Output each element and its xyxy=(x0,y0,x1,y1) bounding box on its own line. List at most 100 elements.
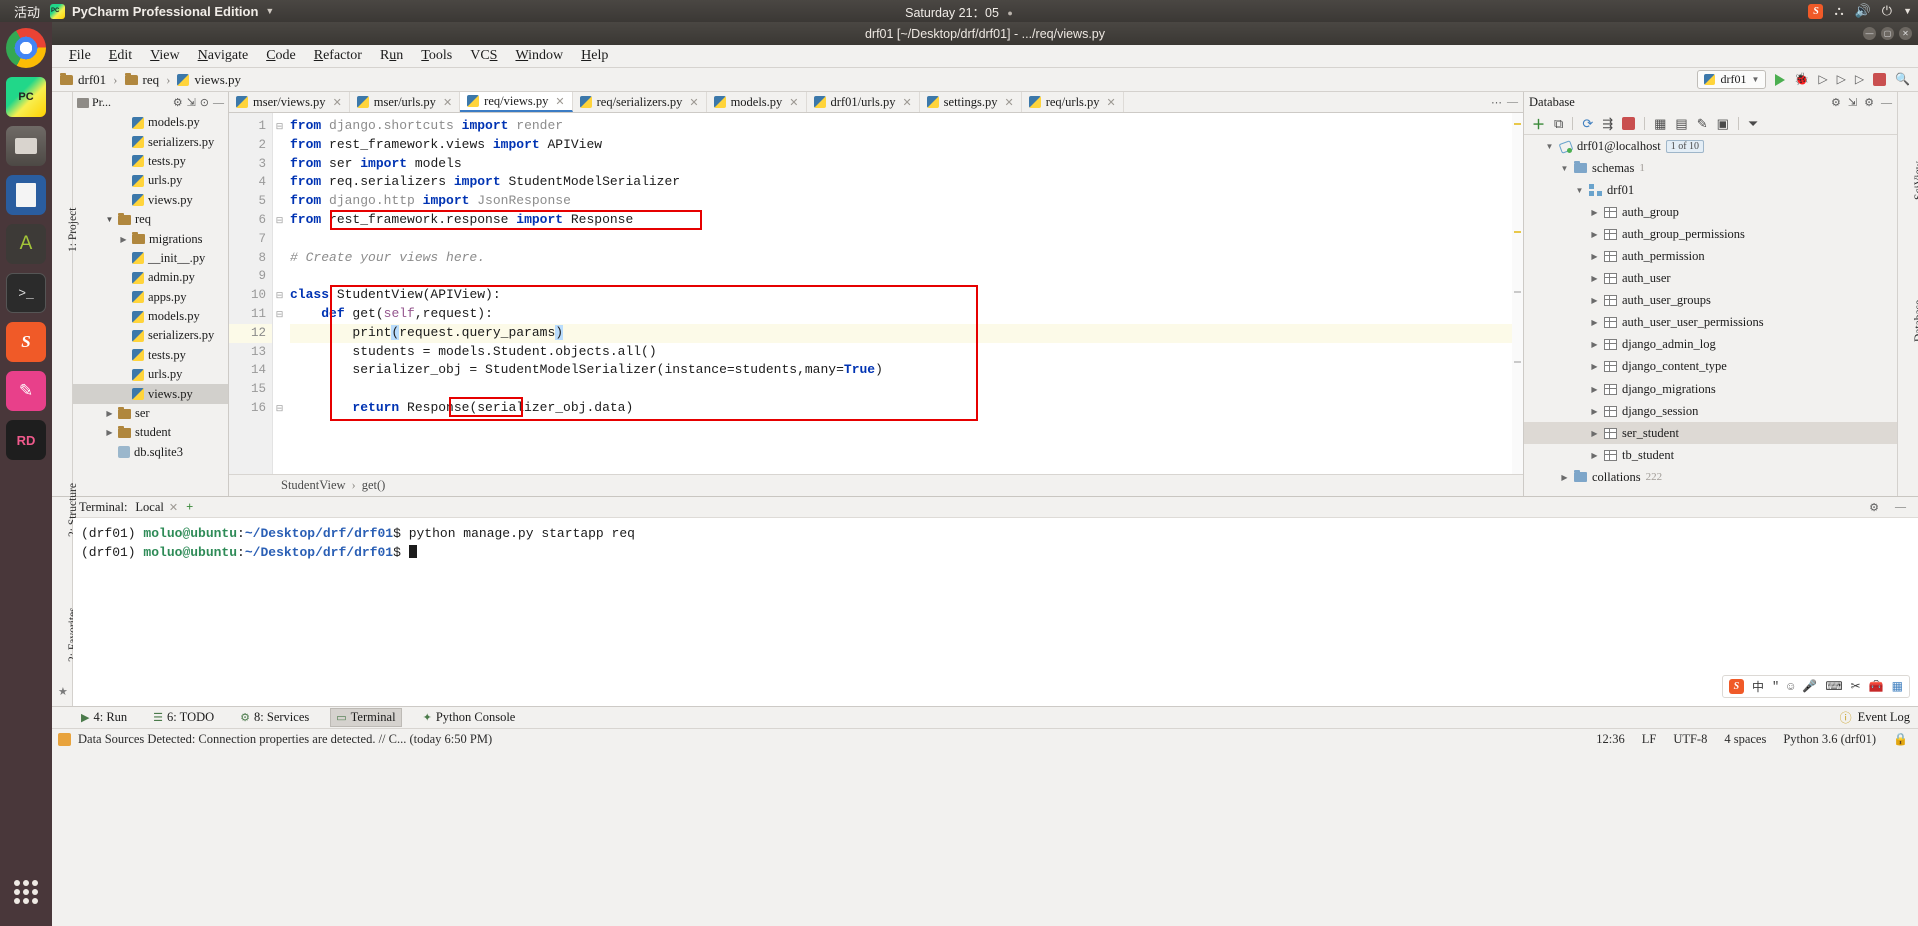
database-tree-item[interactable]: ▶ tb_student xyxy=(1524,444,1897,466)
rail-item-database[interactable]: Database xyxy=(1913,300,1918,342)
bottom-tool-button[interactable]: ⚙ 8: Services xyxy=(235,709,314,726)
project-tree-item[interactable]: views.py xyxy=(73,191,228,210)
rail-item-project[interactable]: 1: Project xyxy=(67,208,79,252)
launcher-pink-app-icon[interactable]: ✎ xyxy=(6,371,46,411)
chevron-right-icon[interactable]: ▶ xyxy=(1590,362,1599,371)
close-icon[interactable]: ✕ xyxy=(789,96,798,109)
run-configuration-selector[interactable]: drf01 ▼ xyxy=(1697,70,1767,89)
copy-icon[interactable]: ⧉ xyxy=(1554,116,1563,132)
editor-scrollbar[interactable] xyxy=(1512,113,1523,474)
editor-tab[interactable]: req/serializers.py ✕ xyxy=(573,92,707,112)
project-tree-item[interactable]: serializers.py xyxy=(73,132,228,151)
code-line[interactable]: from ser import models xyxy=(290,155,1523,174)
db-hide-icon[interactable]: — xyxy=(1881,97,1892,109)
hide-editor-icon[interactable]: — xyxy=(1507,96,1518,108)
punctuation-icon[interactable]: " xyxy=(1772,680,1779,694)
fold-toggle-icon[interactable]: ⊟ xyxy=(273,286,286,305)
code-folding-column[interactable]: ⊟ ⊟ ⊟ ⊟ ⊟ xyxy=(273,113,286,474)
code-line[interactable]: from req.serializers import StudentModel… xyxy=(290,173,1523,192)
chevron-right-icon[interactable]: ▶ xyxy=(1590,208,1599,217)
project-tree-item[interactable]: serializers.py xyxy=(73,326,228,345)
search-icon[interactable]: 🔍 xyxy=(1895,72,1910,87)
run-button-icon[interactable] xyxy=(1775,73,1786,86)
close-icon[interactable]: ✕ xyxy=(902,96,911,109)
terminal-settings-icon[interactable]: ⚙ xyxy=(1869,501,1879,514)
database-tree-item[interactable]: ▶ auth_permission xyxy=(1524,245,1897,267)
edit-icon[interactable]: ✎ xyxy=(1697,116,1708,132)
collapse-all-icon[interactable]: ⇲ xyxy=(187,96,196,109)
event-log-label[interactable]: Event Log xyxy=(1858,710,1910,725)
code-editor[interactable]: 1 2 3 4 5 6 7 8 9 10 11 12 13 14 15 16 ⊟ ⊟ ⊟ ⊟ ⊟ from djang… xyxy=(229,113,1523,474)
project-tree-item[interactable]: ▶ migrations xyxy=(73,229,228,248)
project-tree-item[interactable]: tests.py xyxy=(73,346,228,365)
database-tree-item[interactable]: ▶ auth_group_permissions xyxy=(1524,223,1897,245)
chevron-right-icon[interactable]: ▶ xyxy=(1590,230,1599,239)
menu-window[interactable]: Window xyxy=(506,47,572,65)
menu-edit[interactable]: Edit xyxy=(100,47,141,65)
db-gear-icon[interactable]: ⚙ xyxy=(1864,96,1874,109)
attach-icon[interactable]: ▷ xyxy=(1855,72,1864,87)
project-tree-item[interactable]: ▶ ser xyxy=(73,404,228,423)
app-menu-button[interactable]: PyCharm Professional Edition ▼ xyxy=(50,3,274,19)
project-tree-item[interactable]: models.py xyxy=(73,113,228,132)
code-content[interactable]: from django.shortcuts import render from … xyxy=(286,113,1523,474)
launcher-apps-grid-icon[interactable] xyxy=(6,872,46,912)
chevron-right-icon[interactable]: ▶ xyxy=(1590,296,1599,305)
bottom-tool-button[interactable]: ☰ 6: TODO xyxy=(148,709,219,726)
launcher-writer-icon[interactable] xyxy=(6,175,46,215)
close-icon[interactable]: ✕ xyxy=(555,95,564,108)
ime-lang-label[interactable]: 中 xyxy=(1752,678,1764,695)
debug-icon[interactable]: 🐞 xyxy=(1794,72,1809,87)
menu-run[interactable]: Run xyxy=(371,47,412,65)
filter-table-icon[interactable]: ▤ xyxy=(1675,116,1687,132)
close-icon[interactable]: ✕ xyxy=(1005,96,1014,109)
database-tree-item[interactable]: ▶ auth_user_groups xyxy=(1524,290,1897,312)
profile-icon[interactable]: ▷ xyxy=(1837,72,1846,87)
menu-tools[interactable]: Tools xyxy=(412,47,461,65)
chevron-right-icon[interactable]: ▶ xyxy=(105,409,114,418)
launcher-android-studio-icon[interactable]: A xyxy=(6,224,46,264)
chevron-down-icon[interactable]: ▼ xyxy=(1560,164,1569,173)
project-tree-item[interactable]: ▶ student xyxy=(73,423,228,442)
terminal-tab-local[interactable]: Local ✕ xyxy=(135,500,178,515)
tab-list-icon[interactable]: ⋯ xyxy=(1491,96,1502,109)
code-line[interactable]: class StudentView(APIView): xyxy=(290,286,1523,305)
fold-toggle-icon[interactable]: ⊟ xyxy=(273,117,286,136)
menu-vcs[interactable]: VCS xyxy=(461,47,506,65)
project-tree[interactable]: models.py serializers.py tests.py urls.py vi… xyxy=(73,113,228,496)
settings-gear-icon[interactable]: ⚙ xyxy=(173,96,183,109)
indent-setting[interactable]: 4 spaces xyxy=(1724,732,1766,747)
chevron-down-icon[interactable]: ▼ xyxy=(1903,6,1912,16)
refresh-icon[interactable]: ⟳ xyxy=(1582,116,1593,132)
editor-tab[interactable]: req/views.py ✕ xyxy=(460,92,573,112)
close-icon[interactable]: ✕ xyxy=(333,96,342,109)
code-line[interactable]: return Response(serializer_obj.data) xyxy=(290,399,1523,418)
code-line[interactable]: print(request.query_params) xyxy=(290,323,1523,343)
editor-tab[interactable]: settings.py ✕ xyxy=(920,92,1022,112)
database-tree-item[interactable]: ▶ django_content_type xyxy=(1524,356,1897,378)
editor-tabstrip[interactable]: mser/views.py ✕ mser/urls.py ✕ req/views.py ✕… xyxy=(229,92,1523,113)
hide-panel-icon[interactable]: — xyxy=(213,97,224,109)
screenshot-icon[interactable]: ✂ xyxy=(1851,679,1861,694)
database-tree[interactable]: ▼ drf01@localhost 1 of 10 ▼ schemas 1 ▼ drf01 ▶ a… xyxy=(1524,135,1897,496)
code-line[interactable]: # Create your views here. xyxy=(290,249,1523,268)
emoji-icon[interactable]: ☺ xyxy=(1787,680,1794,694)
menu-refactor[interactable]: Refactor xyxy=(305,47,371,65)
chevron-right-icon[interactable]: ▶ xyxy=(1590,429,1599,438)
chevron-right-icon[interactable]: ▶ xyxy=(1590,252,1599,261)
project-tree-item[interactable]: urls.py xyxy=(73,365,228,384)
add-icon[interactable]: ＋ xyxy=(1532,114,1545,133)
chevron-right-icon[interactable]: ▶ xyxy=(1590,318,1599,327)
breadcrumb-class[interactable]: StudentView xyxy=(281,478,346,493)
breadcrumb-item-file[interactable]: views.py xyxy=(194,72,241,88)
launcher-chrome-icon[interactable] xyxy=(6,28,46,68)
run-query-icon[interactable]: ⇶ xyxy=(1602,116,1613,132)
chevron-down-icon[interactable]: ▼ xyxy=(1575,186,1584,195)
file-encoding[interactable]: UTF-8 xyxy=(1673,732,1707,747)
chevron-right-icon[interactable]: ▶ xyxy=(1590,385,1599,394)
terminal-add-tab-button[interactable]: + xyxy=(186,500,193,515)
breadcrumb-item-dir[interactable]: req xyxy=(143,72,160,88)
system-clock[interactable]: Saturday 21：05 ● xyxy=(905,2,1013,21)
launcher-files-icon[interactable] xyxy=(6,126,46,166)
code-line[interactable]: from django.http import JsonResponse xyxy=(290,192,1523,211)
